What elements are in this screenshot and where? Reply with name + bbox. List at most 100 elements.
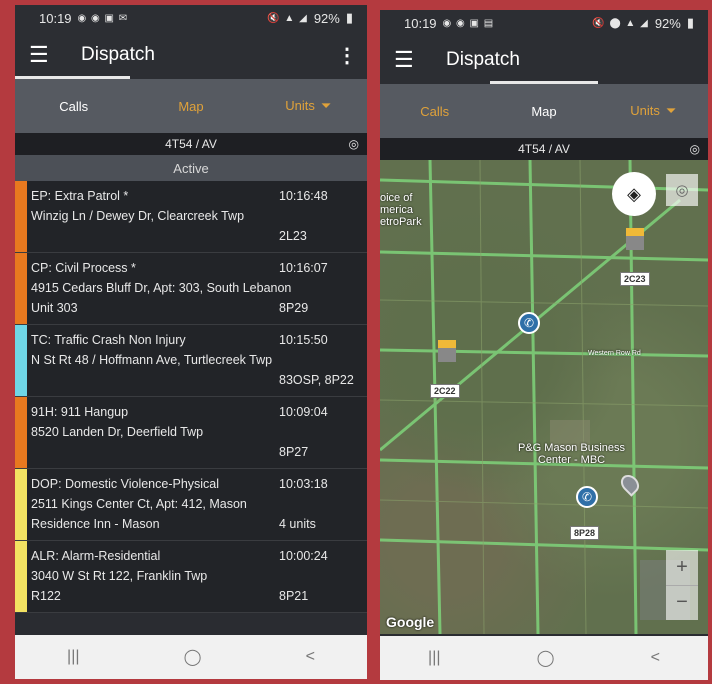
call-time: 10:16:07 bbox=[279, 261, 328, 275]
menu-icon[interactable]: ☰ bbox=[394, 47, 430, 73]
recent-apps-button[interactable]: ||| bbox=[428, 649, 440, 667]
call-time: 10:16:48 bbox=[279, 189, 328, 203]
app-bar: ☰ Dispatch ⋮ bbox=[15, 31, 367, 79]
status-bar: 10:19 ◉ ◉ ▣ ▤ 🔇 ⬤ ▲ ◢ 92% ▮ bbox=[380, 10, 708, 36]
call-title: CP: Civil Process * bbox=[31, 261, 136, 275]
call-units: 83OSP, 8P22 bbox=[279, 373, 354, 387]
unit-badge: 8P28 bbox=[570, 526, 600, 540]
call-time: 10:09:04 bbox=[279, 405, 328, 419]
call-address: N St Rt 48 / Hoffmann Ave, Turtlecreek T… bbox=[31, 353, 273, 367]
tab-map[interactable]: Map bbox=[490, 104, 598, 119]
app-bar: ☰ Dispatch bbox=[380, 36, 708, 84]
call-address: 8520 Landen Dr, Deerfield Twp bbox=[31, 425, 204, 439]
call-units: 8P27 bbox=[279, 445, 309, 459]
call-units: 2L23 bbox=[279, 229, 307, 243]
unit-bar-label: 4T54 / AV bbox=[165, 137, 217, 151]
notification-icons: ◉ ◉ ▣ ✉ bbox=[77, 12, 129, 24]
call-row[interactable]: EP: Extra Patrol * 10:16:48 Winzig Ln / … bbox=[15, 181, 367, 253]
call-extra: Unit 303 bbox=[31, 301, 78, 315]
tab-calls[interactable]: Calls bbox=[381, 104, 489, 119]
phone-calls-screen: 10:19 ◉ ◉ ▣ ✉ 🔇 ▲ ◢ 92% ▮ ☰ Dispatch ⋮ C… bbox=[15, 5, 367, 679]
call-units: 4 units bbox=[279, 517, 316, 531]
app-title: Dispatch bbox=[81, 44, 155, 65]
calls-list: EP: Extra Patrol * 10:16:48 Winzig Ln / … bbox=[15, 181, 367, 613]
tab-units[interactable]: Units ⏷ bbox=[250, 98, 366, 114]
home-button[interactable]: ◯ bbox=[537, 648, 555, 668]
call-title: EP: Extra Patrol * bbox=[31, 189, 129, 203]
priority-stripe bbox=[15, 397, 27, 468]
battery-level: 92% bbox=[654, 15, 681, 31]
call-title: ALR: Alarm-Residential bbox=[31, 549, 161, 563]
home-button[interactable]: ◯ bbox=[184, 647, 202, 667]
call-pin-icon[interactable]: ✆ bbox=[576, 486, 598, 508]
tab-units-label: Units bbox=[630, 103, 660, 118]
call-row[interactable]: TC: Traffic Crash Non Injury 10:15:50 N … bbox=[15, 325, 367, 397]
tab-units-label: Units bbox=[285, 98, 315, 113]
call-address: 3040 W St Rt 122, Franklin Twp bbox=[31, 569, 208, 583]
unit-marker[interactable] bbox=[438, 340, 456, 362]
zoom-out-button[interactable]: − bbox=[666, 586, 698, 621]
call-extra bbox=[31, 229, 279, 249]
priority-stripe bbox=[15, 181, 27, 252]
call-time: 10:00:24 bbox=[279, 549, 328, 563]
map-view[interactable]: oice of merica etroPark P&G Mason Busine… bbox=[380, 160, 708, 634]
layers-icon[interactable]: ◈ bbox=[612, 172, 656, 216]
unit-bar-label: 4T54 / AV bbox=[518, 142, 570, 156]
tab-units[interactable]: Units ⏷ bbox=[599, 103, 707, 119]
status-bar: 10:19 ◉ ◉ ▣ ✉ 🔇 ▲ ◢ 92% ▮ bbox=[15, 5, 367, 31]
map-label-voice-of-america: oice of merica etroPark bbox=[380, 192, 422, 228]
notification-icons: ◉ ◉ ▣ ▤ bbox=[442, 17, 495, 29]
tab-calls[interactable]: Calls bbox=[16, 99, 132, 114]
priority-stripe bbox=[15, 325, 27, 396]
call-address: Winzig Ln / Dewey Dr, Clearcreek Twp bbox=[31, 209, 245, 223]
battery-icon: ▮ bbox=[345, 10, 353, 25]
call-pin-icon[interactable]: ✆ bbox=[518, 312, 540, 334]
call-extra: R122 bbox=[31, 589, 61, 603]
filter-icon[interactable]: ⏷ bbox=[666, 103, 676, 119]
android-nav-bar: ||| ◯ < bbox=[15, 635, 367, 679]
call-title: DOP: Domestic Violence-Physical bbox=[31, 477, 220, 491]
recent-apps-button[interactable]: ||| bbox=[67, 648, 79, 666]
call-address: 4915 Cedars Bluff Dr, Apt: 303, South Le… bbox=[31, 281, 292, 295]
call-row[interactable]: 91H: 911 Hangup 10:09:04 8520 Landen Dr,… bbox=[15, 397, 367, 469]
call-row[interactable]: ALR: Alarm-Residential 10:00:24 3040 W S… bbox=[15, 541, 367, 613]
tab-map[interactable]: Map bbox=[133, 99, 249, 114]
priority-stripe bbox=[15, 253, 27, 324]
status-time: 10:19 bbox=[39, 10, 72, 26]
tab-indicator bbox=[490, 81, 598, 84]
call-row[interactable]: CP: Civil Process * 10:16:07 4915 Cedars… bbox=[15, 253, 367, 325]
battery-icon: ▮ bbox=[686, 15, 694, 30]
zoom-controls: + − bbox=[666, 550, 698, 620]
unit-bar: 4T54 / AV ◎ bbox=[380, 138, 708, 160]
filter-icon[interactable]: ⏷ bbox=[321, 98, 331, 114]
section-header-active: Active bbox=[15, 155, 367, 181]
call-time: 10:03:18 bbox=[279, 477, 328, 491]
tab-bar: Calls Map Units ⏷ bbox=[15, 79, 367, 133]
tab-indicator bbox=[15, 76, 130, 79]
gps-icon[interactable]: ◎ bbox=[349, 137, 359, 151]
gps-icon[interactable]: ◎ bbox=[690, 142, 700, 156]
back-button[interactable]: < bbox=[651, 649, 660, 667]
zoom-in-button[interactable]: + bbox=[666, 550, 698, 585]
google-attribution: Google bbox=[386, 614, 435, 630]
call-extra bbox=[31, 373, 279, 393]
back-button[interactable]: < bbox=[306, 648, 315, 666]
priority-stripe bbox=[15, 469, 27, 540]
unit-marker[interactable] bbox=[626, 228, 644, 250]
call-row[interactable]: DOP: Domestic Violence-Physical 10:03:18… bbox=[15, 469, 367, 541]
menu-icon[interactable]: ☰ bbox=[29, 42, 65, 68]
unit-badge: 2C22 bbox=[430, 384, 460, 398]
tab-bar: Calls Map Units ⏷ bbox=[380, 84, 708, 138]
unit-badge: 2C23 bbox=[620, 272, 650, 286]
android-nav-bar: ||| ◯ < bbox=[380, 636, 708, 680]
signal-icon: 🔇 ▲ ◢ bbox=[267, 12, 308, 24]
more-vert-icon[interactable]: ⋮ bbox=[337, 43, 357, 68]
call-units: 8P29 bbox=[279, 301, 309, 315]
app-title: Dispatch bbox=[446, 49, 520, 70]
map-label-road: Western Row Rd bbox=[588, 350, 641, 357]
call-address: 2511 Kings Center Ct, Apt: 412, Mason bbox=[31, 497, 247, 511]
call-title: 91H: 911 Hangup bbox=[31, 405, 129, 419]
phone-map-screen: 10:19 ◉ ◉ ▣ ▤ 🔇 ⬤ ▲ ◢ 92% ▮ ☰ Dispatch C… bbox=[380, 10, 708, 680]
my-location-icon[interactable]: ◎ bbox=[666, 174, 698, 206]
call-title: TC: Traffic Crash Non Injury bbox=[31, 333, 186, 347]
